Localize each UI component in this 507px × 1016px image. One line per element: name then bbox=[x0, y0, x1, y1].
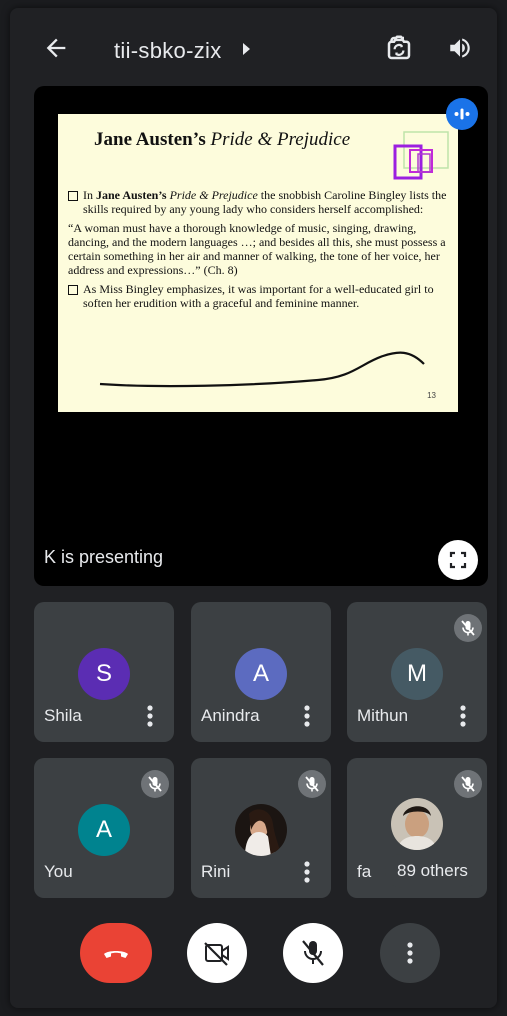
presentation-slide: Jane Austen’s Pride & Prejudice In Jane … bbox=[58, 114, 458, 412]
audio-wave-icon bbox=[454, 108, 470, 120]
slide-bullet-1: In Jane Austen’s Pride & Prejudice the s… bbox=[68, 188, 450, 217]
avatar: A bbox=[235, 648, 287, 700]
mic-muted-badge bbox=[454, 614, 482, 642]
checkbox-bullet-icon bbox=[68, 284, 78, 295]
more-vert-icon bbox=[407, 942, 413, 964]
participant-tile[interactable]: S Shila bbox=[34, 602, 174, 742]
participant-tile[interactable]: fa 89 others bbox=[347, 758, 487, 898]
meeting-code[interactable]: tii-sbko-zix bbox=[114, 38, 222, 64]
more-vert-icon[interactable] bbox=[459, 704, 467, 728]
slide-scribble bbox=[99, 351, 425, 388]
presentation-stage[interactable]: Jane Austen’s Pride & Prejudice In Jane … bbox=[34, 86, 488, 586]
presenting-label: K is presenting bbox=[44, 547, 164, 567]
more-options-button[interactable] bbox=[380, 923, 440, 983]
videocam-off-icon bbox=[204, 942, 229, 966]
more-vert-icon[interactable] bbox=[146, 704, 154, 728]
fullscreen-icon bbox=[449, 551, 467, 569]
participant-name: You bbox=[44, 862, 73, 881]
slide-body: In Jane Austen’s Pride & Prejudice the s… bbox=[68, 188, 450, 314]
speaker-icon[interactable] bbox=[446, 35, 474, 61]
phone-hangup-icon bbox=[104, 951, 128, 958]
participant-name: Shila bbox=[44, 706, 82, 725]
speaking-indicator bbox=[446, 98, 478, 130]
participant-tile[interactable]: A Anindra bbox=[191, 602, 331, 742]
slide-bullet-2: As Miss Bingley emphasizes, it was impor… bbox=[68, 282, 450, 311]
fullscreen-button[interactable] bbox=[438, 540, 478, 580]
slide-quote: “A woman must have a thorough knowledge … bbox=[68, 220, 446, 278]
more-vert-icon[interactable] bbox=[303, 860, 311, 884]
slide-decoration bbox=[393, 131, 449, 180]
mic-off-icon bbox=[461, 620, 475, 636]
participant-name: Anindra bbox=[201, 706, 260, 725]
meet-window: tii-sbko-zix Jane Austen’s Pride & Preju… bbox=[10, 8, 497, 1008]
mic-muted-badge bbox=[141, 770, 169, 798]
avatar: S bbox=[78, 648, 130, 700]
participant-name: Mithun bbox=[357, 706, 409, 725]
back-arrow-icon[interactable] bbox=[42, 34, 70, 62]
camera-toggle-button[interactable] bbox=[187, 923, 247, 983]
participant-tile[interactable]: M Mithun bbox=[347, 602, 487, 742]
switch-camera-icon[interactable] bbox=[384, 33, 414, 63]
participant-name: fa bbox=[357, 862, 372, 881]
mic-muted-badge bbox=[454, 770, 482, 798]
participant-tile[interactable]: Rini bbox=[191, 758, 331, 898]
hang-up-button[interactable] bbox=[80, 923, 152, 983]
slide-page-number: 13 bbox=[427, 391, 436, 400]
mic-off-icon bbox=[305, 776, 319, 792]
mic-off-icon bbox=[302, 940, 324, 966]
avatar: M bbox=[391, 648, 443, 700]
mic-off-icon bbox=[148, 776, 162, 792]
microphone-toggle-button[interactable] bbox=[283, 923, 343, 983]
mic-off-icon bbox=[461, 776, 475, 792]
slide-title: Jane Austen’s Pride & Prejudice bbox=[94, 129, 351, 150]
profile-photo bbox=[391, 798, 443, 850]
checkbox-bullet-icon bbox=[68, 191, 78, 201]
top-bar: tii-sbko-zix bbox=[10, 8, 497, 88]
participant-tile[interactable]: A You bbox=[34, 758, 174, 898]
others-count-chip[interactable]: 89 others bbox=[385, 854, 480, 888]
avatar: A bbox=[78, 804, 130, 856]
mic-muted-badge bbox=[298, 770, 326, 798]
caret-right-icon[interactable] bbox=[243, 43, 250, 55]
participant-name: Rini bbox=[201, 862, 231, 881]
profile-photo bbox=[235, 804, 287, 856]
more-vert-icon[interactable] bbox=[303, 704, 311, 728]
